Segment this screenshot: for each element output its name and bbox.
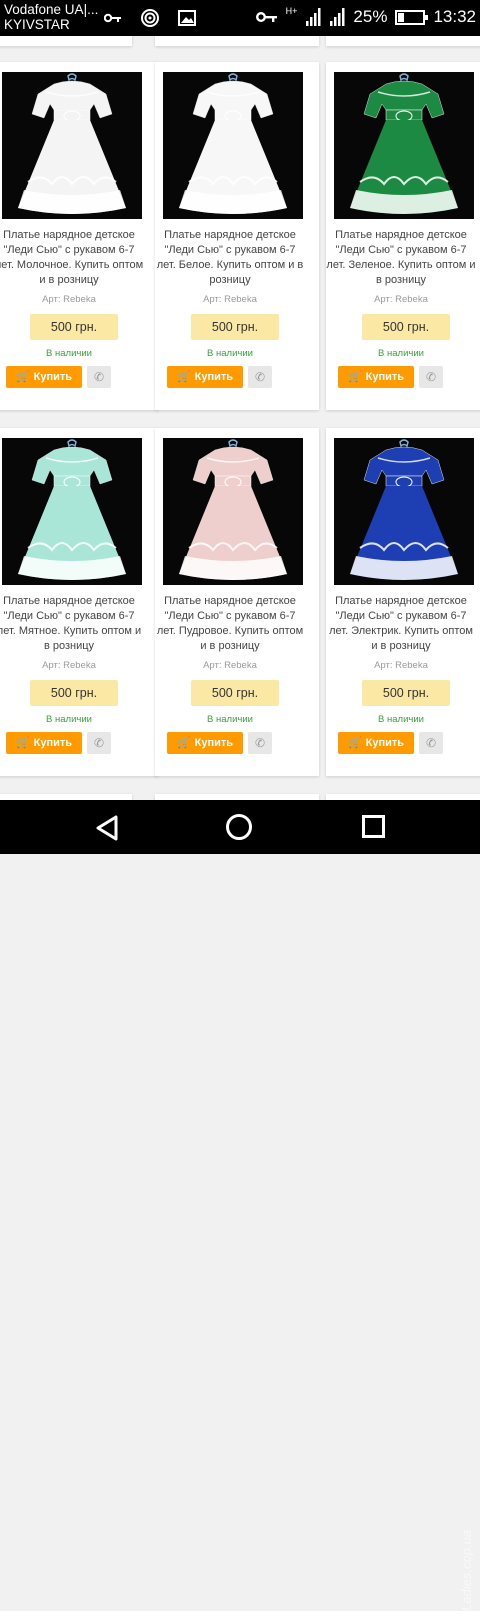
- buy-button[interactable]: 🛒 Купить: [6, 366, 82, 388]
- image-icon: [178, 10, 196, 26]
- carrier-name-1: Vodafone UA|...: [4, 2, 99, 17]
- recent-apps-icon[interactable]: [362, 815, 385, 838]
- cart-icon: 🛒: [347, 737, 362, 749]
- stock-status: В наличии: [46, 348, 92, 359]
- product-article: Арт: Rebeka: [42, 660, 96, 671]
- product-image[interactable]: [163, 438, 303, 585]
- product-title[interactable]: Платье нарядное детское "Леди Сью" с рук…: [0, 594, 144, 654]
- product-card[interactable]: Платье нарядное детское "Леди Сью" с рук…: [326, 428, 480, 776]
- product-card-partial: [0, 36, 132, 46]
- stock-status: В наличии: [207, 714, 253, 725]
- product-title[interactable]: Платье нарядное детское "Леди Сью" с рук…: [326, 594, 476, 654]
- notification-icons: [104, 8, 196, 28]
- product-image[interactable]: [163, 72, 303, 219]
- wifi-hotspot-icon: [141, 9, 159, 27]
- product-image[interactable]: [334, 438, 474, 585]
- product-article: Арт: Rebeka: [203, 660, 257, 671]
- buy-button[interactable]: 🛒 Купить: [338, 732, 414, 754]
- signal-icon: [330, 8, 345, 26]
- dress-image: [179, 73, 287, 214]
- product-image[interactable]: [334, 72, 474, 219]
- product-title[interactable]: Платье нарядное детское "Леди Сью" с рук…: [155, 594, 305, 654]
- stock-status: В наличии: [378, 348, 424, 359]
- dress-image: [350, 73, 458, 214]
- product-image[interactable]: [2, 438, 142, 585]
- phone-icon[interactable]: ✆: [248, 732, 272, 754]
- buy-button[interactable]: 🛒 Купить: [6, 732, 82, 754]
- product-grid[interactable]: Платье нарядное детское "Леди Сью" с рук…: [0, 36, 480, 800]
- phone-icon[interactable]: ✆: [87, 732, 111, 754]
- product-price: 500 грн.: [191, 680, 279, 706]
- product-article: Арт: Rebeka: [374, 660, 428, 671]
- product-price: 500 грн.: [30, 314, 118, 340]
- stock-status: В наличии: [207, 348, 253, 359]
- product-card[interactable]: Платье нарядное детское "Леди Сью" с рук…: [0, 428, 158, 776]
- phone-icon[interactable]: ✆: [419, 366, 443, 388]
- battery-icon: [395, 9, 429, 25]
- cart-icon: 🛒: [15, 737, 30, 749]
- back-icon[interactable]: [94, 814, 122, 842]
- phone-icon[interactable]: ✆: [248, 366, 272, 388]
- buy-button[interactable]: 🛒 Купить: [167, 732, 243, 754]
- product-title[interactable]: Платье нарядное детское "Леди Сью" с рук…: [326, 228, 476, 288]
- product-card[interactable]: Платье нарядное детское "Леди Сью" с рук…: [326, 62, 480, 410]
- cart-icon: 🛒: [176, 737, 191, 749]
- buy-label: Купить: [33, 737, 73, 749]
- buy-label: Купить: [194, 371, 234, 383]
- product-price: 500 грн.: [362, 680, 450, 706]
- buy-label: Купить: [33, 371, 73, 383]
- product-card[interactable]: Платье нарядное детское "Леди Сью" с рук…: [0, 62, 158, 410]
- cart-icon: 🛒: [347, 371, 362, 383]
- product-article: Арт: Rebeka: [42, 294, 96, 305]
- battery-percent: 25%: [353, 7, 388, 26]
- product-card-partial: [326, 36, 480, 46]
- home-icon[interactable]: [226, 814, 252, 840]
- dress-image: [179, 439, 287, 580]
- product-card-partial: [155, 36, 319, 46]
- watermark: Ladies.cop.ua: [459, 1530, 474, 1611]
- buy-button[interactable]: 🛒 Купить: [338, 366, 414, 388]
- product-card[interactable]: Платье нарядное детское "Леди Сью" с рук…: [155, 62, 319, 410]
- key-icon: [104, 13, 121, 23]
- product-price: 500 грн.: [191, 314, 279, 340]
- phone-icon[interactable]: ✆: [419, 732, 443, 754]
- cart-icon: 🛒: [15, 371, 30, 383]
- dress-image: [350, 439, 458, 580]
- buy-button[interactable]: 🛒 Купить: [167, 366, 243, 388]
- product-title[interactable]: Платье нарядное детское "Леди Сью" с рук…: [0, 228, 144, 288]
- dress-image: [18, 439, 126, 580]
- phone-icon[interactable]: ✆: [87, 366, 111, 388]
- product-title[interactable]: Платье нарядное детское "Леди Сью" с рук…: [155, 228, 305, 288]
- product-card[interactable]: Платье нарядное детское "Леди Сью" с рук…: [155, 428, 319, 776]
- clock: 13:32: [433, 7, 476, 26]
- cart-icon: 🛒: [176, 371, 191, 383]
- dress-image: [18, 73, 126, 214]
- buy-label: Купить: [194, 737, 234, 749]
- product-price: 500 грн.: [362, 314, 450, 340]
- status-bar: Vodafone UA|... KYIVSTAR H+ 25% 13:32: [0, 0, 480, 36]
- product-image[interactable]: [2, 72, 142, 219]
- key-icon: [255, 12, 277, 22]
- network-type-badge: H+: [285, 6, 298, 16]
- navigation-bar: Ladies.cop.ua: [0, 800, 480, 1611]
- product-price: 500 грн.: [30, 680, 118, 706]
- product-article: Арт: Rebeka: [374, 294, 428, 305]
- signal-icon: [306, 8, 321, 26]
- carrier-name-2: KYIVSTAR: [4, 17, 70, 32]
- carrier-info: Vodafone UA|... KYIVSTAR: [4, 2, 98, 32]
- stock-status: В наличии: [378, 714, 424, 725]
- buy-label: Купить: [365, 371, 405, 383]
- stock-status: В наличии: [46, 714, 92, 725]
- buy-label: Купить: [365, 737, 405, 749]
- status-right: H+ 25% 13:32: [255, 6, 476, 27]
- product-article: Арт: Rebeka: [203, 294, 257, 305]
